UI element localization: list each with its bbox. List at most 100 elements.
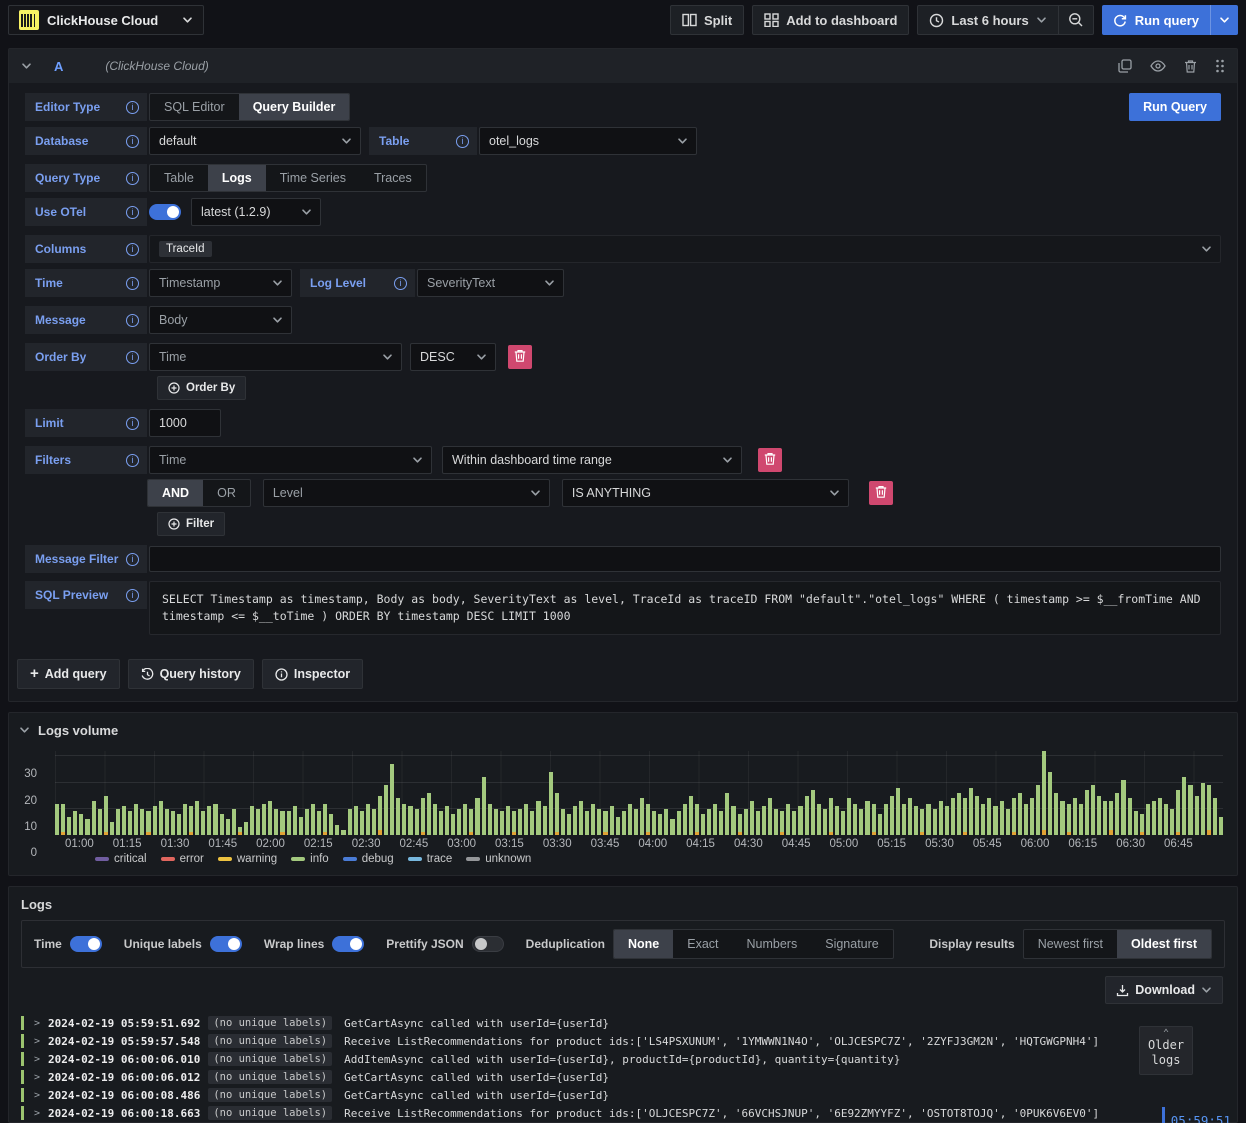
volume-bar[interactable]: [950, 798, 955, 835]
volume-bar[interactable]: [743, 808, 748, 835]
volume-bar[interactable]: [969, 787, 974, 835]
volume-bar[interactable]: [298, 816, 303, 835]
volume-bar[interactable]: [1145, 803, 1150, 835]
volume-bar[interactable]: [487, 803, 492, 835]
info-icon[interactable]: i: [126, 242, 139, 256]
volume-bar[interactable]: [451, 814, 456, 835]
message-filter-input[interactable]: [149, 546, 1221, 572]
volume-bar[interactable]: [755, 811, 760, 835]
volume-bar[interactable]: [286, 811, 291, 835]
volume-bar[interactable]: [1127, 798, 1132, 835]
volume-bar[interactable]: [505, 806, 511, 835]
volume-bar[interactable]: [932, 808, 937, 835]
info-icon[interactable]: i: [126, 350, 139, 364]
limit-input[interactable]: [149, 409, 221, 437]
filter-join-option-and[interactable]: AND: [148, 480, 204, 506]
volume-bar[interactable]: [664, 808, 669, 835]
volume-bar[interactable]: [469, 808, 474, 835]
volume-bar[interactable]: [152, 806, 157, 835]
volume-bar[interactable]: [353, 806, 358, 835]
volume-bar[interactable]: [908, 798, 913, 835]
volume-bar[interactable]: [603, 811, 608, 835]
editor-type-option-sql-editor[interactable]: SQL Editor: [150, 94, 239, 120]
volume-bar[interactable]: [481, 777, 486, 835]
delete-query-trash-icon[interactable]: [1184, 59, 1197, 73]
volume-bar[interactable]: [445, 806, 450, 835]
download-button[interactable]: Download: [1105, 976, 1223, 1004]
column-chip[interactable]: TraceId: [159, 241, 212, 257]
order-by-select[interactable]: Time: [149, 343, 402, 371]
volume-bar[interactable]: [914, 806, 919, 835]
hide-query-eye-icon[interactable]: [1150, 60, 1166, 72]
volume-bar[interactable]: [1090, 785, 1096, 835]
volume-bar[interactable]: [1121, 779, 1126, 835]
volume-bar[interactable]: [1182, 777, 1187, 835]
older-logs-button[interactable]: ⌃ Older logs: [1139, 1026, 1193, 1075]
time-column-select[interactable]: Timestamp: [149, 269, 292, 297]
volume-bar[interactable]: [694, 803, 699, 835]
volume-bar[interactable]: [1139, 814, 1144, 835]
volume-bar[interactable]: [365, 803, 370, 835]
volume-bar[interactable]: [627, 803, 632, 835]
scrollbar-thumb[interactable]: [1161, 1107, 1165, 1123]
volume-bar[interactable]: [554, 793, 559, 835]
time-toggle[interactable]: [69, 936, 102, 952]
volume-bar[interactable]: [707, 808, 712, 835]
add-query-button[interactable]: + Add query: [17, 659, 120, 689]
volume-bar[interactable]: [414, 808, 419, 835]
volume-bar[interactable]: [676, 811, 681, 835]
volume-bar[interactable]: [1212, 798, 1217, 835]
query-row-header[interactable]: A (ClickHouse Cloud): [9, 49, 1237, 83]
volume-bar[interactable]: [390, 764, 395, 835]
info-icon[interactable]: i: [126, 416, 139, 430]
volume-bar[interactable]: [877, 814, 882, 835]
unique-labels-toggle[interactable]: [209, 936, 242, 952]
volume-bar[interactable]: [377, 795, 383, 835]
volume-bar[interactable]: [853, 803, 858, 835]
volume-bar[interactable]: [883, 803, 888, 835]
volume-bar[interactable]: [1078, 803, 1083, 835]
time-range-picker[interactable]: Last 6 hours: [917, 5, 1059, 35]
collapse-chevron-icon[interactable]: [21, 62, 32, 70]
volume-bar[interactable]: [1176, 790, 1181, 835]
volume-bar[interactable]: [1151, 800, 1156, 835]
volume-bar[interactable]: [615, 816, 620, 835]
volume-bar[interactable]: [201, 811, 206, 835]
volume-bar[interactable]: [115, 808, 121, 835]
legend-item-trace[interactable]: trace: [407, 853, 452, 865]
display-results-option-oldest-first[interactable]: Oldest first: [1117, 930, 1211, 958]
volume-bar[interactable]: [1005, 808, 1010, 835]
volume-bar[interactable]: [871, 803, 876, 835]
volume-bar[interactable]: [670, 819, 675, 835]
chart-plot-area[interactable]: [55, 751, 1223, 835]
volume-bar[interactable]: [457, 808, 462, 835]
volume-bar[interactable]: [310, 803, 316, 835]
add-to-dashboard-button[interactable]: Add to dashboard: [752, 5, 910, 35]
info-icon[interactable]: i: [394, 276, 407, 290]
volume-bar[interactable]: [122, 806, 127, 835]
volume-bar[interactable]: [371, 808, 376, 835]
editor-run-query-button[interactable]: Run Query: [1129, 93, 1221, 121]
table-select[interactable]: otel_logs: [479, 127, 697, 155]
zoom-out-button[interactable]: [1058, 5, 1094, 35]
volume-bar[interactable]: [170, 811, 175, 835]
volume-bar[interactable]: [652, 811, 657, 835]
volume-bar[interactable]: [895, 787, 901, 835]
volume-bar[interactable]: [402, 803, 407, 835]
dedup-option-exact[interactable]: Exact: [673, 930, 732, 958]
volume-bar[interactable]: [646, 803, 651, 835]
volume-bar[interactable]: [250, 806, 255, 835]
volume-bar[interactable]: [55, 803, 60, 835]
volume-bar[interactable]: [621, 811, 626, 835]
volume-bar[interactable]: [792, 811, 797, 835]
volume-bar[interactable]: [749, 800, 754, 835]
volume-bar[interactable]: [609, 806, 614, 835]
volume-bar[interactable]: [1084, 790, 1089, 835]
log-row[interactable]: >2024-02-19 06:00:18.663 (no unique label…: [21, 1104, 1225, 1122]
dedup-option-none[interactable]: None: [614, 930, 674, 958]
volume-bar[interactable]: [999, 800, 1004, 835]
expand-chevron-icon[interactable]: >: [34, 1018, 48, 1029]
volume-bar[interactable]: [859, 808, 864, 835]
use-otel-toggle[interactable]: [149, 204, 181, 220]
volume-bar[interactable]: [420, 798, 425, 835]
